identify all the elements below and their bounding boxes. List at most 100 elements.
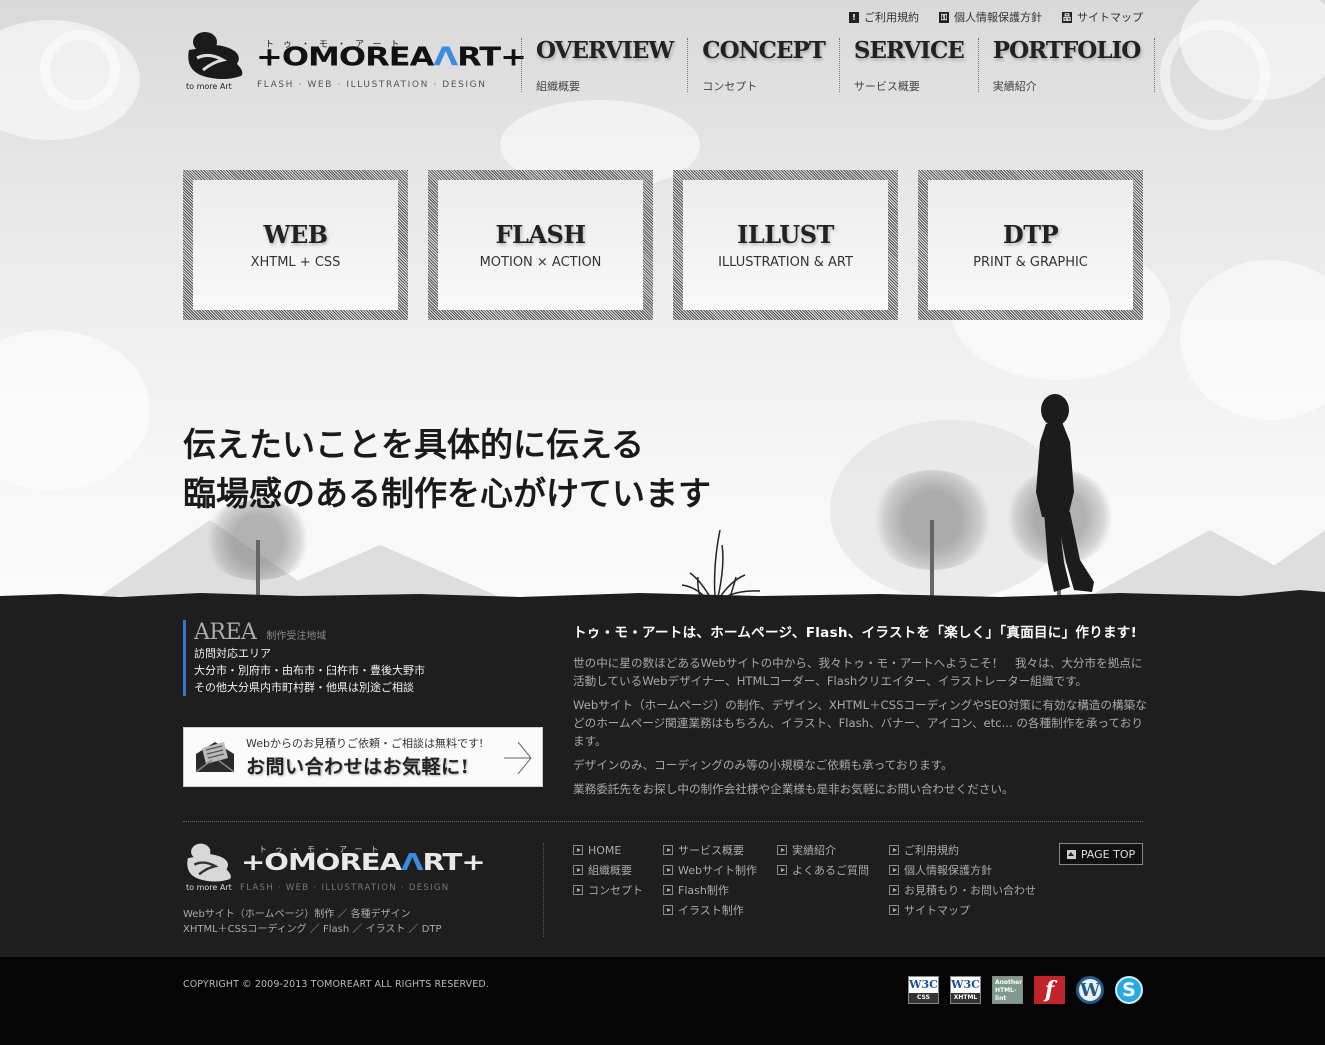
cloud-decoration (1160, 20, 1270, 130)
intro-paragraph: デザインのみ、コーディングのみ等の小規模なご依頼も承っております。 (573, 758, 953, 772)
site-logo[interactable]: to more Art トゥ・モ・アート +OMOREAΛRT+ FLASH ·… (183, 30, 527, 94)
footer-description-line: Webサイト（ホームページ）制作 ／ 各種デザイン (183, 909, 411, 920)
intro-paragraph: Webサイト（ホームページ）の制作、デザイン、XHTML＋CSSコーディングやS… (573, 698, 1147, 748)
service-subtitle: MOTION × ACTION (479, 255, 602, 270)
play-arrow-icon (777, 845, 787, 855)
nav-overview[interactable]: OVERVIEW 組織概要 (521, 37, 687, 93)
service-box-dtp[interactable]: DTP PRINT & GRAPHIC (918, 170, 1143, 320)
footer-link-illust[interactable]: イラスト制作 (663, 900, 757, 920)
badge-top-text: W3C (909, 978, 938, 991)
badge-bottom-text: XHTML (951, 993, 980, 1003)
play-arrow-icon (573, 865, 583, 875)
service-box-web[interactable]: WEB XHTML + CSS (183, 170, 408, 320)
bottom-bar: COPYRIGHT © 2009-2013 TOMOREART ALL RIGH… (0, 957, 1325, 1045)
nav-title: PORTFOLIO (992, 37, 1141, 64)
skype-icon[interactable]: S (1115, 976, 1143, 1004)
logo-wordmark: +OMOREAΛRT+ (256, 41, 527, 72)
terms-icon: ! (849, 11, 859, 23)
catch-copy-line: 伝えたいことを具体的に伝える (183, 425, 645, 464)
page-top-button[interactable]: PAGE TOP (1059, 843, 1143, 865)
service-subtitle: XHTML + CSS (250, 255, 341, 270)
nav-subtitle: 実績紹介 (992, 80, 1037, 93)
catch-copy: 伝えたいことを具体的に伝える 臨場感のある制作を心がけています (183, 420, 711, 518)
util-link-label: 個人情報保護方針 (954, 11, 1042, 24)
service-box-inner: FLASH MOTION × ACTION (438, 180, 643, 310)
nav-title: OVERVIEW (536, 37, 674, 64)
nav-subtitle: サービス概要 (853, 80, 920, 93)
util-link-privacy[interactable]: ⚿ 個人情報保護方針 (939, 9, 1042, 25)
logo-wordmark: +OMOREAΛRT+ (241, 851, 486, 874)
footer-link-label: 実績紹介 (792, 844, 836, 857)
area-line: 大分市・別府市・由布市・臼杵市・豊後大野市 (194, 664, 425, 677)
badge-text: Another HTML-lint (995, 979, 1023, 1002)
footer-link-home[interactable]: HOME (573, 840, 643, 860)
footer-link-sitemap[interactable]: サイトマップ (889, 900, 1036, 920)
w3c-css-badge[interactable]: W3C CSS (908, 976, 939, 1004)
another-html-lint-badge[interactable]: Another HTML-lint (992, 976, 1023, 1004)
util-link-label: ご利用規約 (864, 11, 919, 24)
logo-mark-icon (187, 843, 231, 882)
footer-link-privacy[interactable]: 個人情報保護方針 (889, 860, 1036, 880)
footer-link-label: サービス概要 (678, 844, 744, 857)
intro-paragraph: 業務委託先をお探し中の制作会社様や企業様も是非お気軽にお問い合わせください。 (573, 782, 1014, 796)
footer-link-faq[interactable]: よくあるご質問 (777, 860, 869, 880)
area-heading-sub: 制作受注地域 (266, 631, 327, 642)
sitemap-icon: 品 (1062, 11, 1072, 23)
footer-link-flash[interactable]: Flash制作 (663, 880, 757, 900)
logo-word-main: +OMOREA (256, 41, 434, 72)
badge-bottom-text: CSS (909, 993, 938, 1003)
footer-link-label: 個人情報保護方針 (904, 864, 992, 877)
play-arrow-icon (889, 885, 899, 895)
footer-link-contact[interactable]: お見積もり・お問い合わせ (889, 880, 1036, 900)
contact-banner-small: Webからのお見積りご依頼・ご相談は無料です! (246, 737, 484, 750)
wordpress-icon[interactable]: W (1076, 976, 1104, 1004)
footer-link-concept[interactable]: コンセプト (573, 880, 643, 900)
service-subtitle: PRINT & GRAPHIC (973, 255, 1088, 270)
play-arrow-icon (573, 845, 583, 855)
logo-tagline: FLASH · WEB · ILLUSTRATION · DESIGN (257, 80, 487, 90)
util-link-sitemap[interactable]: 品 サイトマップ (1062, 9, 1143, 25)
play-arrow-icon (663, 865, 673, 875)
utility-links: ! ご利用規約 ⚿ 個人情報保護方針 品 サイトマップ (849, 9, 1143, 25)
footer-link-web[interactable]: Webサイト制作 (663, 860, 757, 880)
footer-logo[interactable]: to more Art トゥ・モ・アート +OMOREAΛRT+ FLASH ·… (183, 842, 486, 898)
service-title: ILLUST (737, 220, 834, 249)
footer-link-portfolio[interactable]: 実績紹介 (777, 840, 869, 860)
footer-link-label: Webサイト制作 (678, 864, 757, 877)
arrow-right-icon (504, 741, 532, 775)
play-arrow-icon (663, 905, 673, 915)
flash-icon[interactable]: f (1034, 976, 1065, 1004)
footer-link-label: HOME (588, 843, 622, 857)
service-title: WEB (263, 220, 328, 249)
footer-divider (183, 821, 1143, 822)
play-arrow-icon (573, 885, 583, 895)
badge-text: S (1122, 979, 1136, 1001)
badge-top-text: W3C (951, 978, 980, 991)
util-link-label: サイトマップ (1077, 11, 1143, 24)
nav-concept[interactable]: CONCEPT コンセプト (687, 38, 839, 93)
footer-link-label: イラスト制作 (678, 904, 744, 917)
footer-link-service[interactable]: サービス概要 (663, 840, 757, 860)
intro-heading: トゥ・モ・アートは、ホームページ、Flash、イラストを「楽しく」「真面目に」作… (573, 625, 1138, 641)
nav-service[interactable]: SERVICE サービス概要 (838, 37, 978, 93)
service-box-inner: WEB XHTML + CSS (193, 180, 398, 310)
nav-portfolio[interactable]: PORTFOLIO 実績紹介 (977, 37, 1156, 93)
footer-link-terms[interactable]: ご利用規約 (889, 840, 1036, 860)
boy-silhouette-illustration (1036, 394, 1094, 592)
mail-envelope-icon (195, 742, 235, 773)
w3c-xhtml-badge[interactable]: W3C XHTML (950, 976, 981, 1004)
util-link-terms[interactable]: ! ご利用規約 (849, 9, 919, 25)
service-box-illust[interactable]: ILLUST ILLUSTRATION & ART (673, 170, 898, 320)
logo-tagline: FLASH · WEB · ILLUSTRATION · DESIGN (240, 883, 450, 893)
play-arrow-icon (889, 865, 899, 875)
nav-title: SERVICE (853, 37, 965, 64)
logo-word-accent: Λ (433, 41, 458, 72)
footer-link-label: よくあるご質問 (792, 864, 869, 877)
service-box-flash[interactable]: FLASH MOTION × ACTION (428, 170, 653, 320)
contact-banner-button[interactable]: Webからのお見積りご依頼・ご相談は無料です! お問い合わせはお気軽に! (183, 727, 543, 787)
area-line: その他大分県内市町村群・他県は別途ご相談 (194, 681, 414, 694)
play-arrow-icon (663, 885, 673, 895)
catch-copy-line: 臨場感のある制作を心がけています (183, 474, 711, 513)
service-subtitle: ILLUSTRATION & ART (718, 255, 853, 270)
footer-link-overview[interactable]: 組織概要 (573, 860, 643, 880)
